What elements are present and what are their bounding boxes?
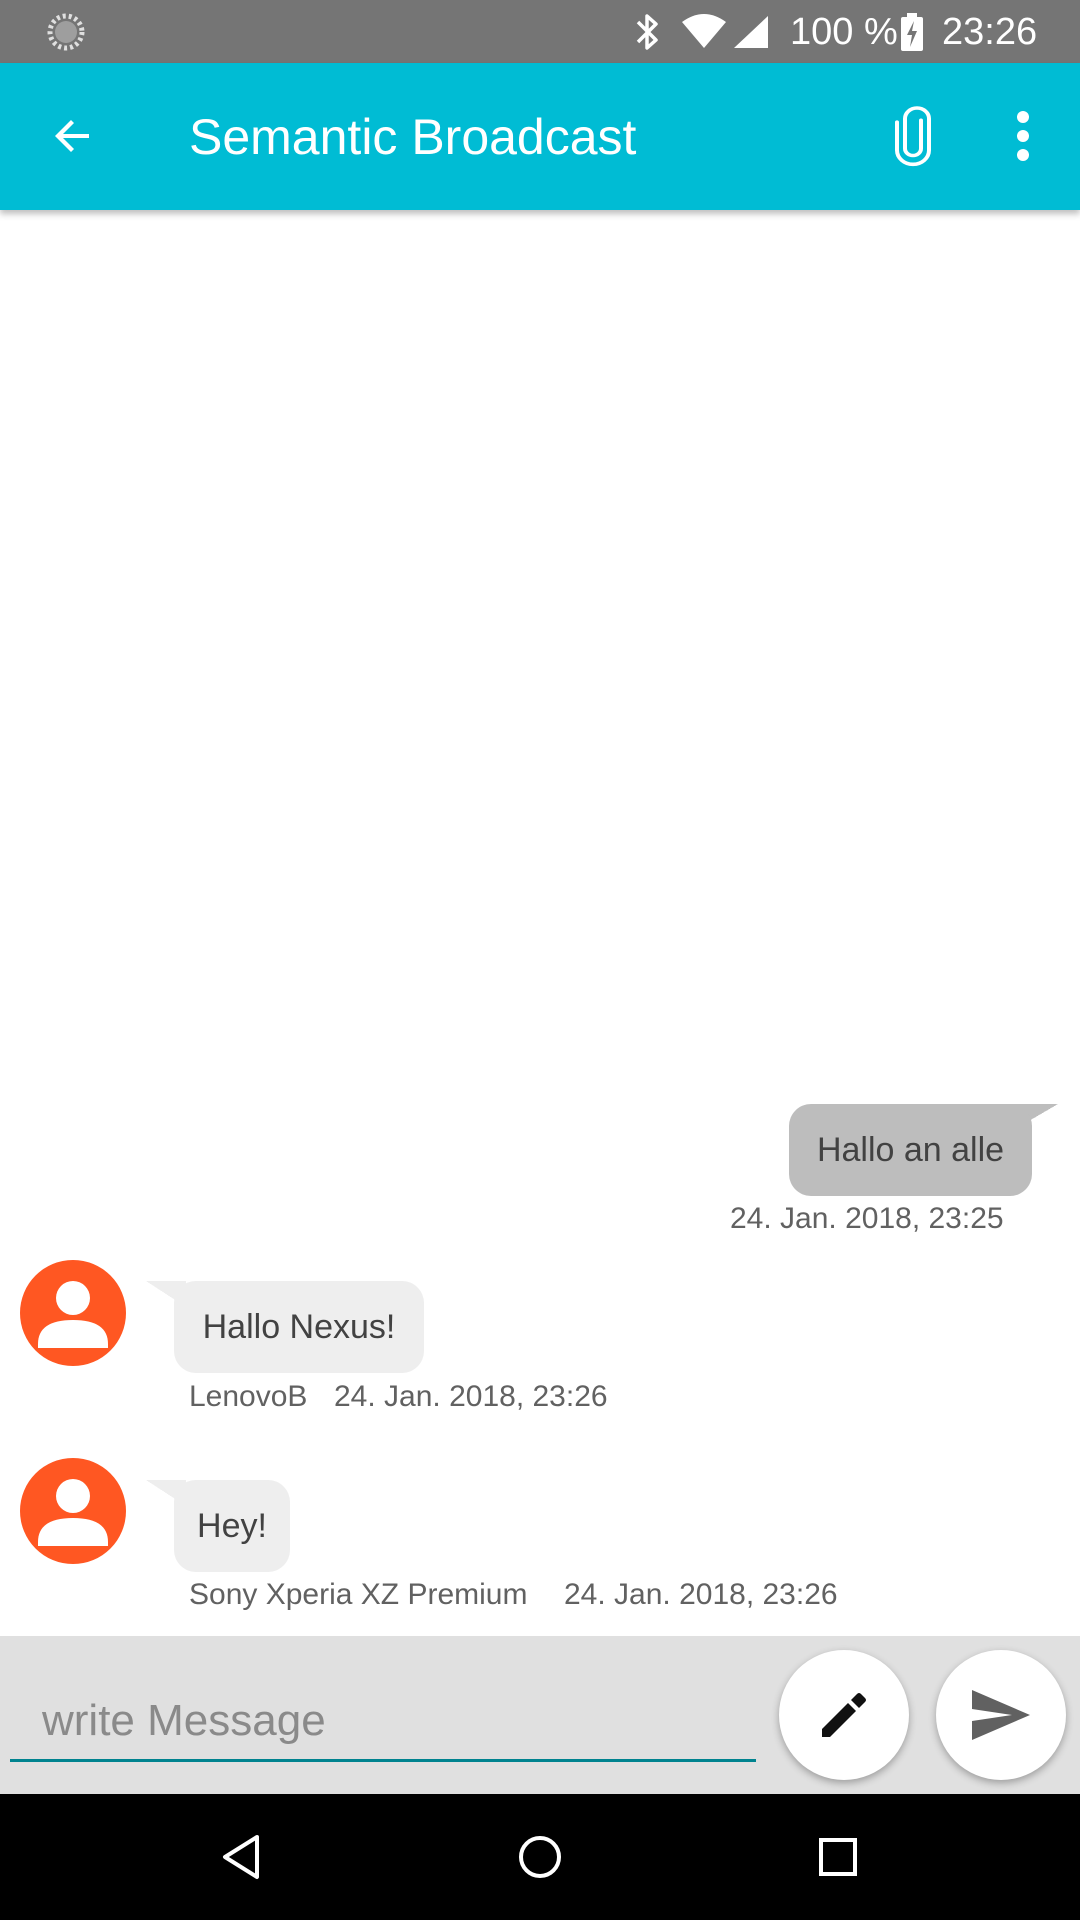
- message-list: Hallo an alle 24. Jan. 2018, 23:25 Hallo…: [0, 210, 1080, 1636]
- status-clock: 23:26: [942, 11, 1038, 53]
- message-text: Hey!: [197, 1506, 267, 1545]
- system-nav-bar: [0, 1794, 1080, 1920]
- page-title: Semantic Broadcast: [189, 109, 637, 165]
- avatar[interactable]: [20, 1260, 126, 1366]
- app-bar: Semantic Broadcast: [0, 63, 1080, 210]
- paperclip-icon: [895, 106, 931, 167]
- triangle-back-icon: [223, 1835, 259, 1879]
- message-text: Hallo Nexus!: [202, 1307, 396, 1346]
- nav-recents-button[interactable]: [803, 1822, 873, 1892]
- signal-icon: [734, 16, 768, 48]
- chat-screen: 100 % 23:26 Semantic Broadcast Hallo an …: [0, 0, 1080, 1920]
- edit-button[interactable]: [779, 1650, 909, 1780]
- message-text: Hallo an alle: [816, 1130, 1005, 1169]
- nav-home-button[interactable]: [505, 1822, 575, 1892]
- person-icon: [38, 1479, 108, 1546]
- bluetooth-icon: [636, 14, 658, 50]
- overflow-menu-button[interactable]: [990, 101, 1056, 171]
- attach-button[interactable]: [880, 101, 946, 171]
- back-button[interactable]: [40, 103, 106, 169]
- message-sender: Sony Xperia XZ Premium: [189, 1578, 528, 1611]
- message-sender: LenovoB: [189, 1380, 308, 1413]
- circle-home-icon: [519, 1836, 561, 1878]
- battery-charging-icon: [901, 13, 923, 51]
- message-composer: [0, 1636, 1080, 1794]
- message-timestamp: 24. Jan. 2018, 23:25: [730, 1202, 1004, 1235]
- more-vertical-icon: [1017, 111, 1029, 161]
- avatar[interactable]: [20, 1458, 126, 1564]
- person-icon: [38, 1281, 108, 1348]
- outgoing-message-bubble[interactable]: Hallo an alle: [789, 1104, 1032, 1196]
- wifi-icon: [682, 14, 726, 48]
- message-timestamp: 24. Jan. 2018, 23:26: [564, 1578, 838, 1611]
- status-bar: 100 % 23:26: [0, 0, 1080, 63]
- square-recents-icon: [819, 1838, 857, 1876]
- send-button[interactable]: [936, 1650, 1066, 1780]
- message-timestamp: 24. Jan. 2018, 23:26: [334, 1380, 608, 1413]
- message-input[interactable]: [10, 1682, 756, 1762]
- send-icon: [972, 1690, 1030, 1740]
- battery-percent: 100 %: [790, 11, 898, 53]
- incoming-message-bubble[interactable]: Hallo Nexus!: [174, 1281, 424, 1373]
- nav-back-button[interactable]: [206, 1822, 276, 1892]
- sync-icon: [47, 13, 85, 51]
- incoming-message-bubble[interactable]: Hey!: [174, 1480, 290, 1572]
- arrow-left-icon: [55, 120, 89, 152]
- pencil-icon: [822, 1693, 866, 1737]
